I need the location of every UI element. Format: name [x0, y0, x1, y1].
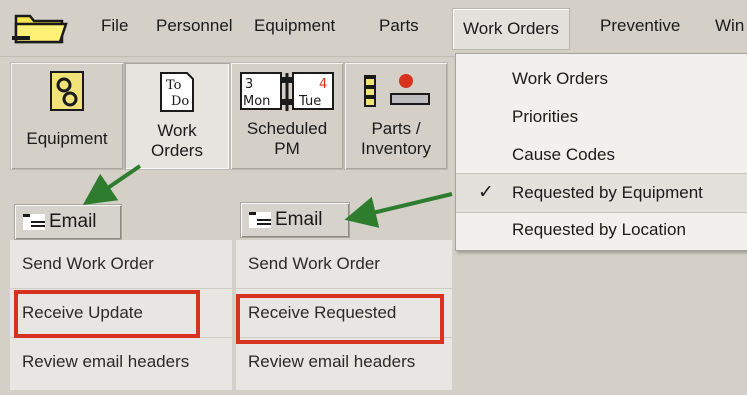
- email-button-2-label: Email: [275, 209, 323, 230]
- calendar-icon: 3 Mon 4 Tue: [240, 72, 334, 111]
- dropdown-item-label: Priorities: [512, 107, 579, 126]
- scheduled-pm-button[interactable]: 3 Mon 4 Tue Scheduled PM: [230, 62, 344, 170]
- parts-icon: [364, 74, 430, 107]
- email-button-1[interactable]: Email: [14, 204, 122, 240]
- list-item[interactable]: Send Work Order: [236, 240, 452, 289]
- highlight-box-1: [14, 290, 200, 338]
- check-icon: ✓: [478, 182, 494, 203]
- folder-icon[interactable]: [10, 6, 70, 48]
- dropdown-item-work-orders[interactable]: Work Orders: [456, 60, 747, 98]
- calendar-right-day: 4: [319, 77, 327, 92]
- review-email-headers-2: Review email headers: [248, 352, 416, 371]
- dropdown-item-label: Work Orders: [512, 69, 609, 88]
- send-work-order-2: Send Work Order: [248, 254, 380, 273]
- todo-icon: To Do: [160, 72, 194, 112]
- calendar-right-label: Tue: [298, 94, 321, 109]
- equipment-button[interactable]: Equipment: [10, 62, 124, 170]
- send-work-order-1: Send Work Order: [22, 254, 154, 273]
- dropdown-item-priorities[interactable]: Priorities: [456, 98, 747, 136]
- menu-parts[interactable]: Parts: [379, 16, 419, 36]
- email-button-2[interactable]: Email: [240, 202, 350, 238]
- work-orders-dropdown: Work Orders Priorities Cause Codes ✓ Req…: [455, 53, 747, 251]
- dropdown-item-cause-codes[interactable]: Cause Codes: [456, 136, 747, 174]
- scheduled-pm-label: Scheduled PM: [246, 119, 328, 158]
- email-icon: [23, 214, 45, 230]
- parts-inventory-label: Parts / Inventory: [361, 119, 431, 158]
- gears-icon: [50, 71, 84, 111]
- equipment-label: Equipment: [26, 129, 108, 148]
- parts-inventory-button[interactable]: Parts / Inventory: [344, 62, 448, 170]
- arrow-to-email-1: [82, 164, 142, 206]
- menu-personnel[interactable]: Personnel: [156, 16, 233, 36]
- email-icon: [249, 212, 271, 228]
- work-orders-button[interactable]: To Do Work Orders: [124, 62, 230, 170]
- dropdown-item-requested-by-equipment[interactable]: ✓ Requested by Equipment: [456, 173, 747, 213]
- dropdown-item-label: Requested by Equipment: [512, 183, 703, 202]
- menubar: File Personnel Equipment Parts Work Orde…: [0, 0, 747, 57]
- todo-line1: To: [166, 78, 182, 93]
- highlight-box-2: [236, 294, 444, 344]
- menu-work-orders[interactable]: Work Orders: [452, 8, 571, 50]
- calendar-left-label: Mon: [243, 94, 270, 109]
- arrow-to-email-2: [344, 192, 453, 228]
- dropdown-item-requested-by-location[interactable]: Requested by Location: [456, 211, 747, 249]
- calendar-left-day: 3: [245, 77, 253, 92]
- dropdown-item-label: Requested by Location: [512, 220, 686, 239]
- dropdown-item-label: Cause Codes: [512, 145, 616, 164]
- email-button-1-label: Email: [49, 211, 97, 232]
- list-item[interactable]: Send Work Order: [10, 240, 232, 289]
- todo-line2: Do: [171, 94, 189, 109]
- work-orders-label: Work Orders: [151, 121, 203, 160]
- list-item[interactable]: Review email headers: [236, 338, 452, 387]
- list-item[interactable]: Review email headers: [10, 338, 232, 387]
- menu-equipment[interactable]: Equipment: [254, 16, 335, 36]
- menu-preventive[interactable]: Preventive: [600, 16, 680, 36]
- menu-file[interactable]: File: [101, 16, 128, 36]
- app-window: File Personnel Equipment Parts Work Orde…: [0, 0, 747, 395]
- review-email-headers-1: Review email headers: [22, 352, 190, 371]
- menu-window[interactable]: Win: [715, 16, 744, 36]
